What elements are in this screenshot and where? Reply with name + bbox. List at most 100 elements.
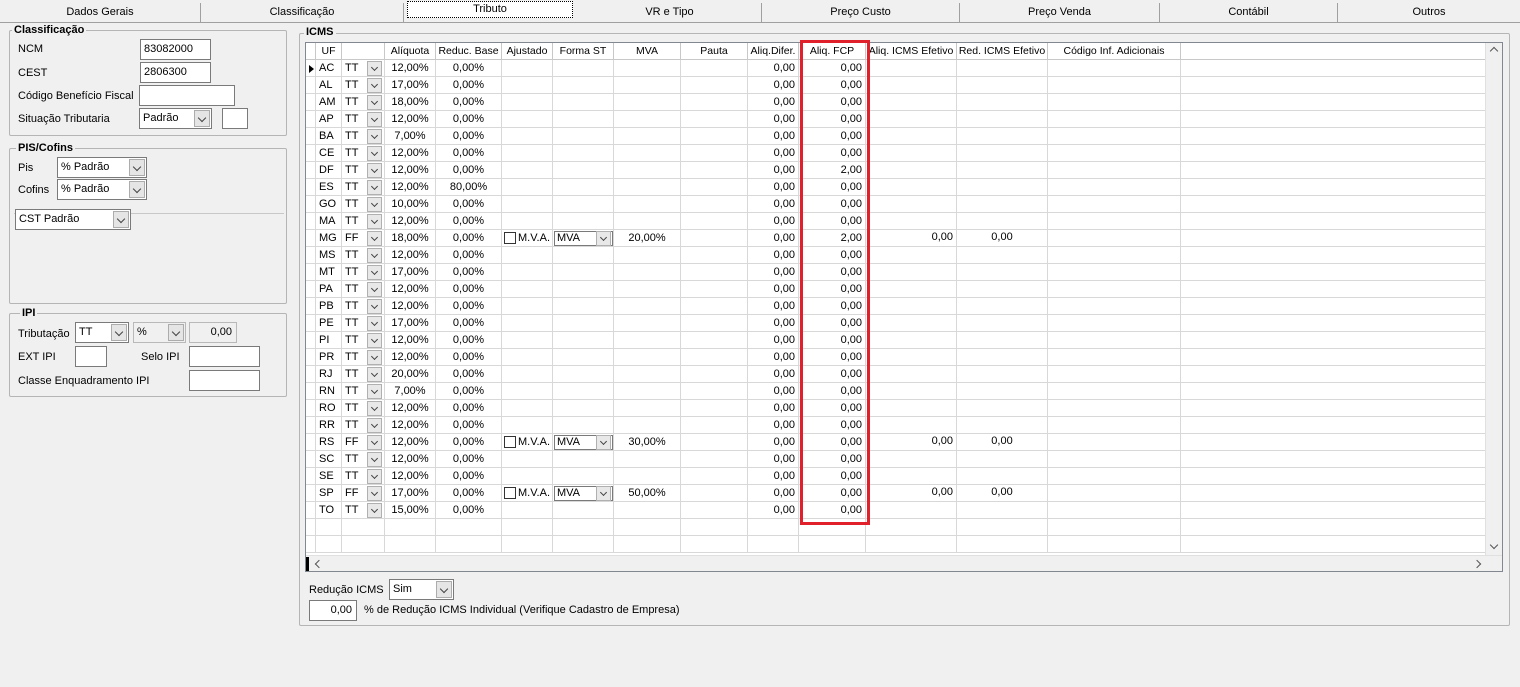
cell-codigo-inf[interactable] bbox=[1048, 145, 1181, 162]
cell-forma-st[interactable] bbox=[553, 281, 614, 298]
table-row[interactable]: AM TT 18,00% 0,00% 0,00 0,00 bbox=[306, 94, 1486, 111]
cell-aliq-fcp[interactable]: 0,00 bbox=[799, 281, 866, 298]
cell-aliq-difer[interactable]: 0,00 bbox=[748, 349, 799, 366]
table-row[interactable]: AP TT 12,00% 0,00% 0,00 0,00 bbox=[306, 111, 1486, 128]
cell-uf[interactable]: AC bbox=[316, 60, 342, 77]
table-row[interactable]: PR TT 12,00% 0,00% 0,00 0,00 bbox=[306, 349, 1486, 366]
cell-empty[interactable] bbox=[748, 519, 799, 536]
cell-forma-st[interactable] bbox=[553, 247, 614, 264]
tab-tributo[interactable]: Tributo bbox=[407, 1, 573, 18]
cell-reduc-base[interactable]: 0,00% bbox=[436, 213, 502, 230]
cell-tipo[interactable]: TT bbox=[342, 349, 385, 366]
table-row[interactable]: TO TT 15,00% 0,00% 0,00 0,00 bbox=[306, 502, 1486, 519]
table-row[interactable]: SP FF 17,00% 0,00% M.V.A. MVA 50,00% 0,00 0,00 0,… bbox=[306, 485, 1486, 502]
cell-aliquota[interactable]: 12,00% bbox=[385, 145, 436, 162]
cell-aliq-icms-efetivo[interactable] bbox=[866, 502, 957, 519]
cell-ajustado[interactable] bbox=[502, 213, 553, 230]
chevron-down-icon[interactable] bbox=[113, 211, 129, 228]
cell-forma-st[interactable] bbox=[553, 213, 614, 230]
cell-uf[interactable]: SP bbox=[316, 485, 342, 502]
chevron-down-icon[interactable] bbox=[129, 159, 145, 176]
cell-pauta[interactable] bbox=[681, 77, 748, 94]
cell-codigo-inf[interactable] bbox=[1048, 451, 1181, 468]
cell-aliq-icms-efetivo[interactable] bbox=[866, 315, 957, 332]
cell-forma-st[interactable] bbox=[553, 417, 614, 434]
cell-pauta[interactable] bbox=[681, 264, 748, 281]
cell-pauta[interactable] bbox=[681, 383, 748, 400]
chevron-down-icon[interactable] bbox=[367, 214, 382, 229]
cell-mva[interactable] bbox=[614, 94, 681, 111]
cell-empty[interactable] bbox=[614, 519, 681, 536]
chevron-down-icon[interactable] bbox=[596, 486, 611, 501]
cell-uf[interactable]: MT bbox=[316, 264, 342, 281]
cell-aliquota[interactable]: 17,00% bbox=[385, 315, 436, 332]
cell-mva[interactable] bbox=[614, 179, 681, 196]
chevron-down-icon[interactable] bbox=[367, 384, 382, 399]
cell-ajustado[interactable] bbox=[502, 77, 553, 94]
cell-aliq-fcp[interactable]: 2,00 bbox=[799, 230, 866, 247]
cell-aliquota[interactable]: 12,00% bbox=[385, 162, 436, 179]
cell-empty[interactable] bbox=[436, 536, 502, 553]
cell-mva[interactable] bbox=[614, 128, 681, 145]
cell-tipo[interactable]: FF bbox=[342, 230, 385, 247]
cell-red-icms-efetivo[interactable] bbox=[957, 332, 1048, 349]
cell-codigo-inf[interactable] bbox=[1048, 366, 1181, 383]
cell-tipo[interactable]: FF bbox=[342, 485, 385, 502]
cell-codigo-inf[interactable] bbox=[1048, 349, 1181, 366]
table-row[interactable] bbox=[306, 519, 1486, 536]
cell-red-icms-efetivo[interactable] bbox=[957, 298, 1048, 315]
cell-codigo-inf[interactable] bbox=[1048, 247, 1181, 264]
table-row[interactable]: RJ TT 20,00% 0,00% 0,00 0,00 bbox=[306, 366, 1486, 383]
cell-tipo[interactable]: TT bbox=[342, 400, 385, 417]
forma-st-select[interactable]: MVA bbox=[554, 435, 613, 450]
chevron-down-icon[interactable] bbox=[596, 231, 611, 246]
cell-empty[interactable] bbox=[957, 536, 1048, 553]
cell-aliquota[interactable]: 12,00% bbox=[385, 349, 436, 366]
cell-codigo-inf[interactable] bbox=[1048, 162, 1181, 179]
cell-red-icms-efetivo[interactable] bbox=[957, 77, 1048, 94]
cell-mva[interactable] bbox=[614, 349, 681, 366]
cell-reduc-base[interactable]: 0,00% bbox=[436, 281, 502, 298]
cell-aliq-difer[interactable]: 0,00 bbox=[748, 451, 799, 468]
cell-reduc-base[interactable]: 0,00% bbox=[436, 502, 502, 519]
cell-pauta[interactable] bbox=[681, 60, 748, 77]
cell-aliquota[interactable]: 12,00% bbox=[385, 111, 436, 128]
cell-reduc-base[interactable]: 0,00% bbox=[436, 315, 502, 332]
cell-mva[interactable] bbox=[614, 332, 681, 349]
cell-aliq-difer[interactable]: 0,00 bbox=[748, 417, 799, 434]
cell-ajustado[interactable] bbox=[502, 383, 553, 400]
cell-reduc-base[interactable]: 0,00% bbox=[436, 264, 502, 281]
cell-aliq-difer[interactable]: 0,00 bbox=[748, 196, 799, 213]
cell-reduc-base[interactable]: 0,00% bbox=[436, 383, 502, 400]
cell-ajustado[interactable] bbox=[502, 502, 553, 519]
cell-ajustado[interactable] bbox=[502, 298, 553, 315]
cell-aliq-fcp[interactable]: 0,00 bbox=[799, 128, 866, 145]
cell-aliq-fcp[interactable]: 0,00 bbox=[799, 485, 866, 502]
table-row[interactable]: MS TT 12,00% 0,00% 0,00 0,00 bbox=[306, 247, 1486, 264]
table-row[interactable]: PA TT 12,00% 0,00% 0,00 0,00 bbox=[306, 281, 1486, 298]
cell-tipo[interactable]: TT bbox=[342, 162, 385, 179]
cell-forma-st[interactable] bbox=[553, 111, 614, 128]
vertical-scrollbar[interactable] bbox=[1485, 43, 1502, 555]
cell-aliquota[interactable]: 12,00% bbox=[385, 332, 436, 349]
cell-pauta[interactable] bbox=[681, 502, 748, 519]
chevron-down-icon[interactable] bbox=[367, 282, 382, 297]
cell-pauta[interactable] bbox=[681, 247, 748, 264]
cell-tipo[interactable]: TT bbox=[342, 417, 385, 434]
cell-mva[interactable] bbox=[614, 400, 681, 417]
cell-codigo-inf[interactable] bbox=[1048, 417, 1181, 434]
cell-aliq-icms-efetivo[interactable] bbox=[866, 196, 957, 213]
cell-aliq-fcp[interactable]: 0,00 bbox=[799, 213, 866, 230]
table-row[interactable]: AC TT 12,00% 0,00% 0,00 0,00 bbox=[306, 60, 1486, 77]
table-row[interactable]: RN TT 7,00% 0,00% 0,00 0,00 bbox=[306, 383, 1486, 400]
cell-aliq-difer[interactable]: 0,00 bbox=[748, 60, 799, 77]
cell-aliquota[interactable]: 12,00% bbox=[385, 400, 436, 417]
cell-empty[interactable] bbox=[553, 536, 614, 553]
cell-aliq-fcp[interactable]: 0,00 bbox=[799, 349, 866, 366]
chevron-down-icon[interactable] bbox=[367, 486, 382, 501]
scroll-up-icon[interactable] bbox=[1489, 46, 1499, 56]
cell-codigo-inf[interactable] bbox=[1048, 298, 1181, 315]
cell-aliq-icms-efetivo[interactable] bbox=[866, 60, 957, 77]
cell-aliq-difer[interactable]: 0,00 bbox=[748, 281, 799, 298]
cell-pauta[interactable] bbox=[681, 111, 748, 128]
